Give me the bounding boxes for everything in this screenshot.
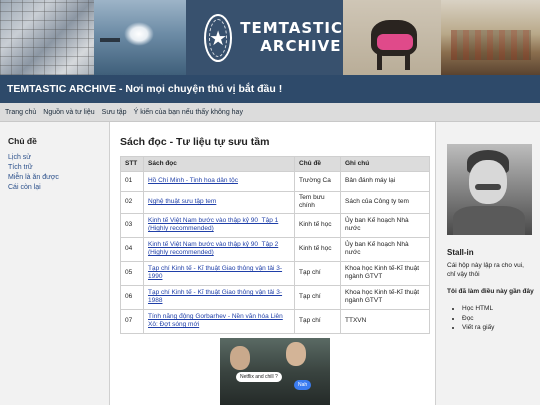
cell-topic: Kinh tế học <box>294 236 341 262</box>
cell-book: Kinh tế Việt Nam bước vào thập kỷ 90_Tập… <box>143 236 295 262</box>
cell-note: Ủy ban Kế hoạch Nhà nước <box>340 212 430 238</box>
book-link[interactable]: Hồ Chí Minh - Tinh hoa dân tộc <box>148 177 238 184</box>
cell-book: Tính năng động Gorbarhev - Nền văn hóa L… <box>143 308 295 334</box>
books-table: STT Sách đọc Chủ đề Ghi chú 01 Hồ Chí Mi… <box>120 156 430 334</box>
nav-item-collection[interactable]: Sưu tập <box>102 109 127 116</box>
main-content: Sách đọc - Tư liệu tự sưu tầm STT Sách đ… <box>109 122 436 405</box>
cell-note: TTXVN <box>340 308 430 334</box>
cell-book: Hồ Chí Minh - Tinh hoa dân tộc <box>143 171 295 192</box>
list-item: Học HTML <box>462 304 534 313</box>
column-header: Chủ đề <box>294 156 341 172</box>
sidebar-item-hoarding[interactable]: Tích trữ <box>8 164 107 171</box>
column-header: Sách đọc <box>143 156 295 172</box>
banner-sea-image <box>94 0 186 75</box>
nav-item-sources[interactable]: Nguồn và tư liệu <box>43 109 94 116</box>
cell-note: Bản đánh máy lại <box>340 171 430 192</box>
cell-book: Kinh tế Việt Nam bước vào thập kỷ 90_Tập… <box>143 212 295 238</box>
table-row: 07 Tính năng động Gorbarhev - Nền văn hó… <box>120 308 430 334</box>
banner-map-image <box>0 0 94 75</box>
column-header: Ghi chú <box>340 156 430 172</box>
cell-stt: 05 <box>120 260 144 286</box>
cell-stt: 03 <box>120 212 144 238</box>
cell-note: Khoa học Kinh tế-Kĩ thuật ngành GTVT <box>340 284 430 310</box>
logo-line-2: ARCHIVE <box>260 36 342 55</box>
meme-image: Netflix and chill ? Nah <box>220 338 330 405</box>
list-item: Đọc <box>462 314 534 323</box>
site-logo[interactable]: ★ TEMTASTIC ARCHIVE <box>186 0 343 75</box>
meme-bubble-2: Nah <box>294 380 312 390</box>
nav-item-feedback[interactable]: Ý kiến của bạn nếu thấy không hay <box>134 109 243 116</box>
profile-portrait <box>447 144 532 235</box>
cell-book: Tạp chí Kinh tế - Kĩ thuật Giao thông vậ… <box>143 284 295 310</box>
right-sidebar: Stall-in Cái hộp này lập ra cho vui, chỉ… <box>437 122 540 405</box>
book-link[interactable]: Nghệ thuật sưu tập tem <box>148 198 216 205</box>
table-row: 04 Kinh tế Việt Nam bước vào thập kỷ 90_… <box>120 236 430 262</box>
logo-line-1: TEMTASTIC <box>240 19 343 38</box>
meme-bubble-1: Netflix and chill ? <box>236 372 282 382</box>
profile-quote: Cái hộp này lập ra cho vui, chỉ vậy thôi <box>447 262 524 278</box>
sidebar-item-edible[interactable]: Miễn là ăn được <box>8 174 107 181</box>
site-title: TEMTASTIC ARCHIVE - Nơi mọi chuyện thú v… <box>7 83 283 95</box>
profile-name: Stall-in <box>447 248 474 257</box>
table-row: 02 Nghệ thuật sưu tập tem Tem bưu chính … <box>120 191 430 214</box>
recent-activity-list: Học HTML Đọc Viết ra giấy <box>447 304 534 332</box>
star-seal-icon: ★ <box>204 13 233 62</box>
cell-topic: Tem bưu chính <box>294 191 341 214</box>
cell-stt: 07 <box>120 308 144 334</box>
banner-dog-image <box>343 0 441 75</box>
table-row: 01 Hồ Chí Minh - Tinh hoa dân tộc Trường… <box>120 171 430 192</box>
nav-bar: Trang chủ Nguồn và tư liệu Sưu tập Ý kiế… <box>0 103 540 122</box>
page-title: Sách đọc - Tư liệu tự sưu tầm <box>120 136 270 148</box>
book-link[interactable]: Tính năng động Gorbarhev - Nền văn hóa L… <box>148 313 283 328</box>
cell-stt: 06 <box>120 284 144 310</box>
sidebar: Chủ đề Lịch sử Tích trữ Miễn là ăn được … <box>0 126 107 194</box>
banner-painting-image <box>441 0 540 75</box>
book-link[interactable]: Tạp chí Kinh tế - Kĩ thuật Giao thông vậ… <box>148 289 282 304</box>
table-row: 05 Tạp chí Kinh tế - Kĩ thuật Giao thông… <box>120 260 430 286</box>
cell-book: Tạp chí Kinh tế - Kĩ thuật Giao thông vậ… <box>143 260 295 286</box>
cell-stt: 04 <box>120 236 144 262</box>
table-row: 06 Tạp chí Kinh tế - Kĩ thuật Giao thông… <box>120 284 430 310</box>
cell-note: Khoa học Kinh tế-Kĩ thuật ngành GTVT <box>340 260 430 286</box>
cell-book: Nghệ thuật sưu tập tem <box>143 191 295 214</box>
cell-topic: Tạp chí <box>294 260 341 286</box>
banner: ★ TEMTASTIC ARCHIVE <box>0 0 540 75</box>
title-bar: TEMTASTIC ARCHIVE - Nơi mọi chuyện thú v… <box>0 75 540 103</box>
book-link[interactable]: Kinh tế Việt Nam bước vào thập kỷ 90_Tập… <box>148 217 278 232</box>
book-link[interactable]: Kinh tế Việt Nam bước vào thập kỷ 90_Tập… <box>148 241 278 256</box>
nav-item-home[interactable]: Trang chủ <box>5 109 36 116</box>
list-item: Viết ra giấy <box>462 323 534 332</box>
sidebar-item-others[interactable]: Cái còn lại <box>8 184 107 191</box>
book-link[interactable]: Tạp chí Kinh tế - Kĩ thuật Giao thông vậ… <box>148 265 282 280</box>
column-header: STT <box>120 156 144 172</box>
recent-activity-title: Tôi đã làm điều này gần đây <box>447 287 534 295</box>
cell-topic: Kinh tế học <box>294 212 341 238</box>
cell-topic: Tạp chí <box>294 284 341 310</box>
cell-stt: 01 <box>120 171 144 192</box>
cell-topic: Tạp chí <box>294 308 341 334</box>
sidebar-item-history[interactable]: Lịch sử <box>8 154 107 161</box>
table-row: 03 Kinh tế Việt Nam bước vào thập kỷ 90_… <box>120 212 430 238</box>
cell-note: Sách của Công ty tem <box>340 191 430 214</box>
cell-topic: Trường Ca <box>294 171 341 192</box>
table-header-row: STT Sách đọc Chủ đề Ghi chú <box>120 156 430 172</box>
cell-stt: 02 <box>120 191 144 214</box>
cell-note: Ủy ban Kế hoạch Nhà nước <box>340 236 430 262</box>
sidebar-title: Chủ đề <box>8 136 37 146</box>
